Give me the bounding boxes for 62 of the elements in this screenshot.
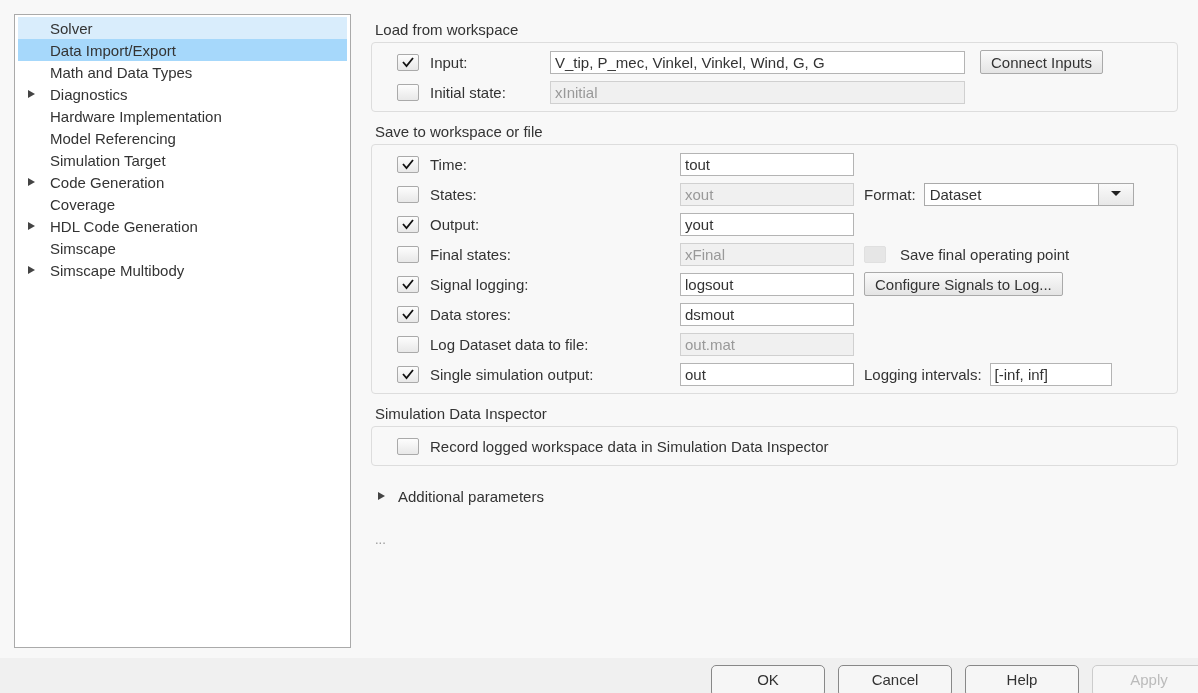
checkbox-label: Record logged workspace data in Simulation Data Inspector: [430, 437, 830, 455]
expand-arrow-icon[interactable]: [27, 89, 36, 99]
sidebar-item[interactable]: Simulation Target: [18, 149, 347, 171]
button[interactable]: Connect Inputs: [980, 50, 1103, 74]
input-field[interactable]: dsmout: [680, 302, 854, 326]
section-toggle[interactable]: Additional parameters: [398, 487, 544, 505]
sidebar-item[interactable]: Coverage: [18, 193, 347, 215]
sidebar-item[interactable]: HDL Code Generation: [18, 215, 347, 237]
button[interactable]: Configure Signals to Log...: [864, 272, 1063, 296]
sidebar-item[interactable]: Simscape: [18, 237, 347, 259]
check-icon: [401, 218, 415, 230]
checkbox[interactable]: [397, 305, 419, 323]
field-label: Log Dataset data to file:: [430, 335, 590, 353]
sidebar-item[interactable]: Diagnostics: [18, 83, 347, 105]
field-label: States:: [430, 185, 478, 203]
expand-arrow-icon[interactable]: [377, 491, 386, 501]
field-label: Final states:: [430, 245, 512, 263]
check-icon: [401, 368, 415, 380]
input-field[interactable]: tout: [680, 152, 854, 176]
field-label: Data stores:: [430, 305, 512, 323]
field-label: Input:: [430, 53, 469, 71]
caret-icon: [1110, 191, 1121, 197]
section-title: Simulation Data Inspector: [374, 404, 547, 424]
checkbox[interactable]: [397, 155, 419, 173]
input-field[interactable]: yout: [680, 212, 854, 236]
input-field[interactable]: [-inf, inf]: [989, 362, 1112, 386]
checkbox[interactable]: [397, 275, 419, 293]
checkbox[interactable]: [397, 53, 419, 71]
ellipsis: ...: [375, 532, 386, 547]
button[interactable]: OK: [711, 665, 825, 693]
input-field[interactable]: V_tip, P_mec, Vinkel, Vinkel, Wind, G, G: [550, 50, 965, 74]
section-title: Save to workspace or file: [374, 122, 543, 142]
input-field[interactable]: out: [680, 362, 854, 386]
sidebar-item[interactable]: Code Generation: [18, 171, 347, 193]
check-icon: [401, 56, 415, 68]
input-field[interactable]: logsout: [680, 272, 854, 296]
button[interactable]: Help: [965, 665, 1079, 693]
field-label: Logging intervals:: [864, 365, 982, 383]
section-title: Load from workspace: [374, 20, 519, 40]
checkbox[interactable]: [397, 365, 419, 383]
check-icon: [401, 308, 415, 320]
sidebar-item[interactable]: Solver: [18, 17, 347, 39]
expand-arrow-icon[interactable]: [27, 265, 36, 275]
sidebar-item[interactable]: Math and Data Types: [18, 61, 347, 83]
expand-arrow-icon[interactable]: [27, 177, 36, 187]
checkbox[interactable]: [397, 215, 419, 233]
check-icon: [401, 278, 415, 290]
field-label: Signal logging:: [430, 275, 530, 293]
sidebar-item[interactable]: Simscape Multibody: [18, 259, 347, 281]
field-label: Format:: [864, 185, 916, 203]
checkbox-label: Save final operating point: [900, 245, 1070, 263]
button[interactable]: Cancel: [838, 665, 952, 693]
sidebar-item[interactable]: Hardware Implementation: [18, 105, 347, 127]
field-label: Output:: [430, 215, 481, 233]
check-icon: [401, 158, 415, 170]
field-label: Time:: [430, 155, 468, 173]
field-label: Initial state:: [430, 83, 507, 101]
sidebar-item[interactable]: Model Referencing: [18, 127, 347, 149]
expand-arrow-icon[interactable]: [27, 221, 36, 231]
sidebar-item[interactable]: Data Import/Export: [18, 39, 347, 61]
field-label: Single simulation output:: [430, 365, 595, 383]
checkbox[interactable]: [397, 437, 419, 455]
